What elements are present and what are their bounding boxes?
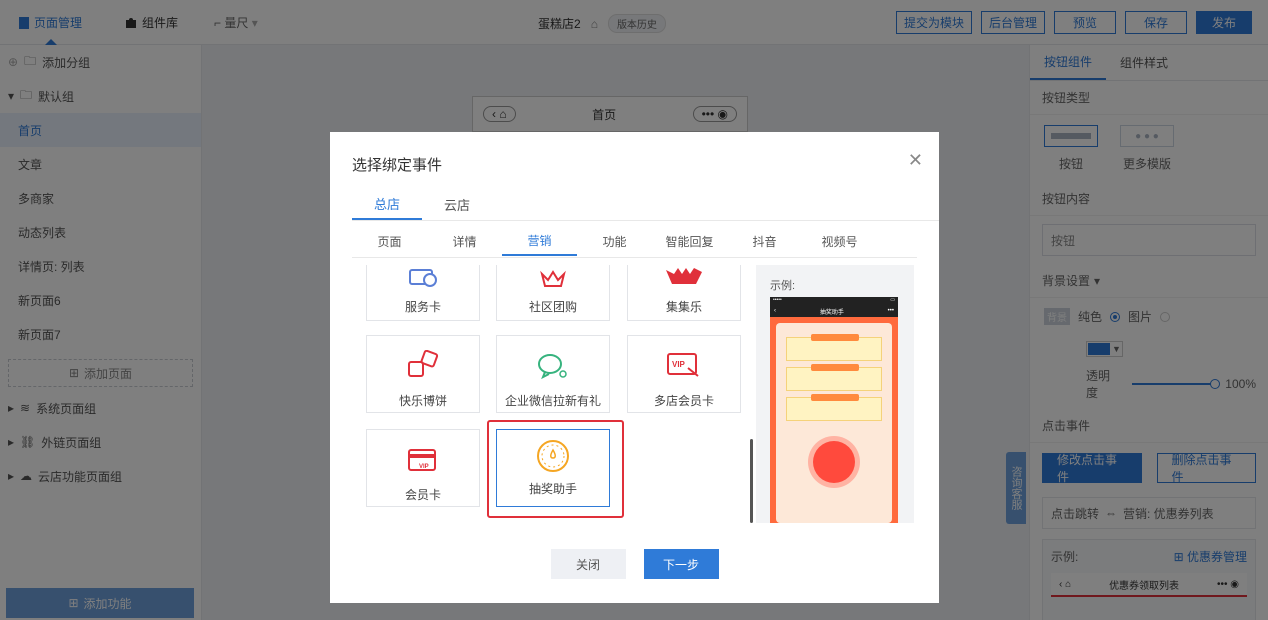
example-preview: 示例: ••••• ▭ ‹ 抽奖助手 ••• [756, 265, 914, 523]
card-label: 会员卡 [404, 488, 441, 502]
preview-app-title: 抽奖助手 [819, 309, 844, 316]
close-button[interactable]: 关闭 [550, 549, 626, 579]
tab-cloud-store[interactable]: 云店 [422, 188, 492, 220]
svg-text:VIP: VIP [672, 360, 686, 369]
preview-phone: ••••• ▭ ‹ 抽奖助手 ••• [770, 297, 898, 523]
svg-text:VIP: VIP [419, 464, 429, 470]
divider [352, 257, 917, 258]
tab-douyin[interactable]: 抖音 [727, 226, 802, 256]
card-label: 多店会员卡 [653, 394, 714, 408]
card-multi-store-vip[interactable]: VIP 多店会员卡 [627, 335, 741, 413]
card-label: 社区团购 [528, 300, 577, 314]
card-community-group-buy[interactable]: 社区团购 [496, 265, 610, 321]
next-button[interactable]: 下一步 [643, 549, 719, 579]
card-label: 企业微信拉新有礼 [504, 394, 601, 408]
service-card-icon [408, 265, 438, 288]
dialog-title: 选择绑定事件 [352, 157, 443, 174]
scrollbar[interactable] [750, 439, 753, 523]
back-icon: ‹ [774, 308, 776, 314]
tab-function[interactable]: 功能 [577, 226, 652, 256]
preview-coupon [786, 364, 882, 391]
preview-coupon [786, 334, 882, 361]
tab-marketing[interactable]: 营销 [502, 226, 577, 256]
card-member-card[interactable]: VIP 会员卡 [366, 429, 480, 507]
tab-channels[interactable]: 视频号 [802, 226, 877, 256]
card-label: 服务卡 [404, 300, 441, 314]
tab-detail[interactable]: 详情 [427, 226, 502, 256]
collect-icon [664, 265, 704, 288]
dice-icon [406, 336, 440, 380]
more-icon: ••• [887, 308, 894, 314]
card-service-card[interactable]: 服务卡 [366, 265, 480, 321]
coupon-tag [811, 394, 859, 401]
preview-content [776, 323, 892, 523]
preview-status-bar: ••••• ▭ [770, 297, 898, 305]
card-wechat-work-referral[interactable]: 企业微信拉新有礼 [496, 335, 610, 413]
bind-event-dialog: 选择绑定事件 ✕ 总店 云店 页面 详情 营销 功能 智能回复 抖音 视频号 服… [330, 132, 939, 603]
tab-head-store[interactable]: 总店 [352, 188, 422, 220]
selection-highlight [487, 420, 624, 518]
signal-icon: ••••• [773, 297, 782, 303]
event-card-grid: 服务卡 社区团购 集集乐 快乐博饼 企业微信拉新有礼 VIP 多店会员卡 VIP… [366, 265, 756, 523]
preview-nav: ‹ 抽奖助手 ••• [770, 305, 898, 317]
category-tabs: 页面 详情 营销 功能 智能回复 抖音 视频号 [352, 226, 877, 256]
wechat-work-icon [537, 336, 569, 380]
tab-page[interactable]: 页面 [352, 226, 427, 256]
crown-icon [540, 265, 566, 288]
battery-icon: ▭ [890, 297, 895, 303]
coupon-tag [811, 364, 859, 371]
preview-draw-button [813, 441, 855, 483]
preview-label: 示例: [770, 280, 796, 292]
coupon-tag [811, 334, 859, 341]
close-icon[interactable]: ✕ [908, 150, 923, 171]
card-label: 快乐博饼 [398, 394, 447, 408]
card-collect-fun[interactable]: 集集乐 [627, 265, 741, 321]
member-card-icon: VIP [407, 430, 439, 474]
vip-card-icon: VIP [666, 336, 702, 380]
store-tabs: 总店 云店 [352, 188, 492, 220]
tab-smart-reply[interactable]: 智能回复 [652, 226, 727, 256]
card-label: 集集乐 [665, 300, 702, 314]
dialog-footer: 关闭 下一步 [330, 549, 939, 579]
preview-coupon [786, 394, 882, 421]
card-happy-dice[interactable]: 快乐博饼 [366, 335, 480, 413]
divider [352, 220, 939, 221]
